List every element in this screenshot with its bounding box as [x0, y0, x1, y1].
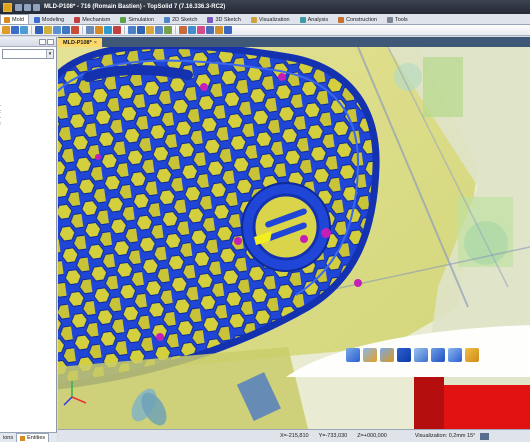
tab-modeling[interactable]: Modeling — [30, 14, 69, 24]
app-logo-icon[interactable] — [3, 2, 12, 12]
tab-2d-sketch[interactable]: 2D Sketch — [160, 14, 202, 24]
cavity-icon[interactable] — [44, 26, 52, 34]
left-panel: ▾ · : · : ions Entities — [0, 37, 57, 442]
mold-base-icon[interactable] — [86, 26, 94, 34]
close-icon[interactable]: × — [94, 40, 97, 46]
2d-sketch-icon — [164, 16, 171, 23]
insert-icon[interactable] — [71, 26, 79, 34]
electrode-icon[interactable] — [146, 26, 154, 34]
tab-operations[interactable]: ions — [0, 433, 16, 442]
ribbon-toolbar — [0, 25, 530, 36]
check-icon[interactable] — [188, 26, 196, 34]
chevron-down-icon[interactable]: ▾ — [46, 50, 53, 58]
tab-entities[interactable]: Entities — [16, 433, 50, 442]
visualization-status[interactable]: Visualization: 0,2mm 15° — [415, 433, 476, 439]
tab-analysis[interactable]: Analysis — [296, 14, 333, 24]
open-file-icon[interactable] — [24, 3, 31, 11]
measure-icon[interactable] — [179, 26, 187, 34]
quick-access-toolbar — [15, 3, 40, 11]
tools-icon — [386, 16, 393, 23]
slider-icon[interactable] — [465, 348, 479, 362]
tab-construction[interactable]: Construction — [334, 14, 382, 24]
mold-guide-green — [423, 57, 463, 117]
document-tab[interactable]: MLD-P108* × — [58, 38, 102, 47]
3d-sketch-icon — [207, 16, 214, 23]
pin-panel-icon[interactable] — [39, 38, 46, 45]
ejector-icon[interactable] — [95, 26, 103, 34]
toolbar-separator — [82, 26, 83, 34]
slider-tool-icon[interactable] — [128, 26, 136, 34]
y-coordinate: Y=-733,030 — [318, 433, 348, 439]
toolbar-separator — [31, 26, 32, 34]
bom-icon[interactable] — [164, 26, 172, 34]
document-tab-label: MLD-P108* — [63, 39, 92, 46]
toolbar-separator — [124, 26, 125, 34]
new-file-icon[interactable] — [15, 3, 22, 11]
draft-analysis-icon[interactable] — [197, 26, 205, 34]
command-icon-bar — [292, 337, 530, 373]
tab-simulation[interactable]: Simulation — [116, 14, 159, 24]
close-panel-icon[interactable] — [47, 38, 54, 45]
boss-hole — [252, 193, 320, 261]
red-block-edge — [414, 377, 444, 429]
undercut-icon[interactable] — [215, 26, 223, 34]
tab-3d-sketch[interactable]: 3D Sketch — [203, 14, 245, 24]
panel-tab-strip: ions Entities — [0, 432, 57, 442]
modeling-icon — [33, 16, 40, 23]
construction-icon — [338, 16, 345, 23]
mold-icon — [4, 16, 10, 23]
title-bar: MLD-P108* - 716 (Romain Bastien) - TopSo… — [0, 0, 530, 14]
box-icon[interactable] — [397, 348, 411, 362]
draft-icon[interactable] — [448, 348, 462, 362]
tab-mechanism[interactable]: Mechanism — [70, 14, 115, 24]
status-bar: X=-215,810 Y=-733,030 Z=+000,000 Visuali… — [58, 429, 530, 442]
3d-viewport[interactable] — [58, 47, 530, 429]
tree-fragment: · : · : — [0, 103, 8, 127]
cooling-icon[interactable] — [104, 26, 112, 34]
panel-filter-combo[interactable]: ▾ — [2, 49, 54, 59]
tab-tools[interactable]: Tools — [383, 14, 413, 24]
layout-icon[interactable] — [20, 26, 28, 34]
lifter-icon[interactable] — [137, 26, 145, 34]
analysis-icon — [299, 16, 306, 23]
z-coordinate: Z=+000,000 — [357, 433, 387, 439]
tab-visualization[interactable]: Visualization — [247, 14, 295, 24]
parting-line-icon[interactable] — [414, 348, 428, 362]
split-icon[interactable] — [431, 348, 445, 362]
tree-mark: : — [0, 121, 2, 127]
toolbar-separator — [175, 26, 176, 34]
face-fill-icon[interactable] — [380, 348, 394, 362]
x-coordinate: X=-215,810 — [280, 433, 309, 439]
thickness-icon[interactable] — [206, 26, 214, 34]
mold-project-icon[interactable] — [2, 26, 10, 34]
save-icon[interactable] — [33, 3, 40, 11]
visualization-icon — [250, 16, 257, 23]
tab-mold[interactable]: Mold — [0, 14, 29, 24]
shrinkage-icon[interactable] — [35, 26, 43, 34]
face-icon[interactable] — [346, 348, 360, 362]
panel-header — [0, 37, 56, 47]
window-title: MLD-P108* - 716 (Romain Bastien) - TopSo… — [44, 4, 226, 10]
section-icon[interactable] — [224, 26, 232, 34]
core-icon[interactable] — [62, 26, 70, 34]
parting-icon[interactable] — [53, 26, 61, 34]
document-tab-strip: MLD-P108* × — [58, 37, 530, 47]
runner-icon[interactable] — [113, 26, 121, 34]
coordinate-readout: X=-215,810 Y=-733,030 Z=+000,000 — [280, 433, 387, 439]
part-icon[interactable] — [11, 26, 19, 34]
topsolid-window: MLD-P108* - 716 (Romain Bastien) - TopSo… — [0, 0, 530, 442]
ribbon-tab-strip: Mold Modeling Mechanism Simulation 2D Sk… — [0, 14, 530, 25]
simulation-icon — [120, 16, 127, 23]
entities-icon — [20, 435, 26, 441]
display-mode-icon[interactable] — [480, 432, 490, 440]
mechanism-icon — [74, 16, 81, 23]
drawing-icon[interactable] — [155, 26, 163, 34]
face-extend-icon[interactable] — [363, 348, 377, 362]
